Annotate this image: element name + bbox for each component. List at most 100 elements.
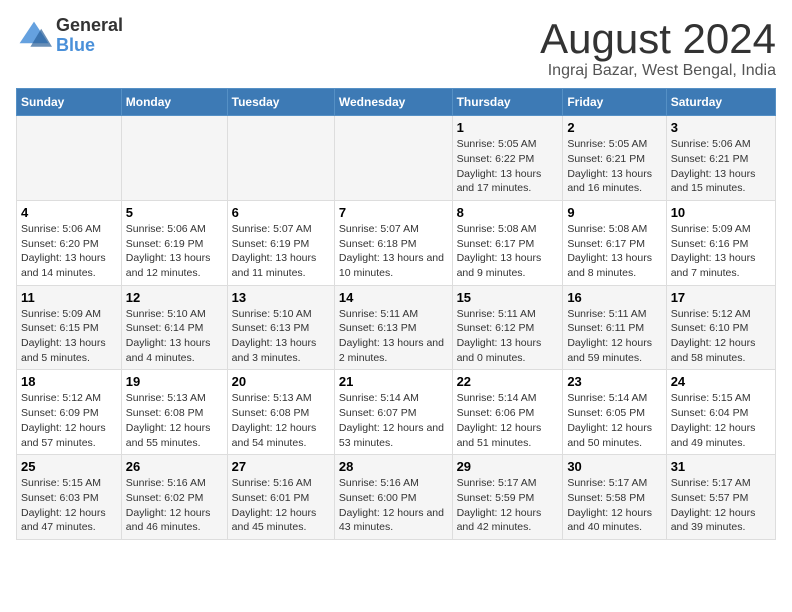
day-number: 30 — [567, 459, 661, 474]
day-number: 21 — [339, 374, 448, 389]
calendar-cell: 7 Sunrise: 5:07 AMSunset: 6:18 PMDayligh… — [334, 200, 452, 285]
day-number: 19 — [126, 374, 223, 389]
day-info: Sunrise: 5:06 AMSunset: 6:19 PMDaylight:… — [126, 223, 211, 279]
calendar-cell: 21 Sunrise: 5:14 AMSunset: 6:07 PMDaylig… — [334, 370, 452, 455]
calendar-cell: 23 Sunrise: 5:14 AMSunset: 6:05 PMDaylig… — [563, 370, 666, 455]
day-info: Sunrise: 5:06 AMSunset: 6:20 PMDaylight:… — [21, 223, 106, 279]
subtitle: Ingraj Bazar, West Bengal, India — [540, 62, 776, 80]
day-info: Sunrise: 5:06 AMSunset: 6:21 PMDaylight:… — [671, 138, 756, 194]
day-number: 6 — [232, 205, 330, 220]
day-info: Sunrise: 5:11 AMSunset: 6:13 PMDaylight:… — [339, 308, 444, 364]
calendar-cell: 29 Sunrise: 5:17 AMSunset: 5:59 PMDaylig… — [452, 455, 563, 540]
day-number: 16 — [567, 290, 661, 305]
day-info: Sunrise: 5:14 AMSunset: 6:05 PMDaylight:… — [567, 392, 652, 448]
calendar-cell: 12 Sunrise: 5:10 AMSunset: 6:14 PMDaylig… — [121, 285, 227, 370]
calendar-cell: 3 Sunrise: 5:06 AMSunset: 6:21 PMDayligh… — [666, 116, 775, 201]
calendar-cell: 30 Sunrise: 5:17 AMSunset: 5:58 PMDaylig… — [563, 455, 666, 540]
day-number: 29 — [457, 459, 559, 474]
day-info: Sunrise: 5:10 AMSunset: 6:13 PMDaylight:… — [232, 308, 317, 364]
day-number: 22 — [457, 374, 559, 389]
calendar-cell: 11 Sunrise: 5:09 AMSunset: 6:15 PMDaylig… — [17, 285, 122, 370]
day-info: Sunrise: 5:16 AMSunset: 6:00 PMDaylight:… — [339, 477, 444, 533]
day-number: 25 — [21, 459, 117, 474]
day-info: Sunrise: 5:05 AMSunset: 6:22 PMDaylight:… — [457, 138, 542, 194]
day-number: 20 — [232, 374, 330, 389]
calendar-cell: 17 Sunrise: 5:12 AMSunset: 6:10 PMDaylig… — [666, 285, 775, 370]
day-number: 24 — [671, 374, 771, 389]
day-info: Sunrise: 5:17 AMSunset: 5:58 PMDaylight:… — [567, 477, 652, 533]
day-number: 8 — [457, 205, 559, 220]
calendar-cell: 8 Sunrise: 5:08 AMSunset: 6:17 PMDayligh… — [452, 200, 563, 285]
day-info: Sunrise: 5:16 AMSunset: 6:02 PMDaylight:… — [126, 477, 211, 533]
day-number: 4 — [21, 205, 117, 220]
calendar-cell: 9 Sunrise: 5:08 AMSunset: 6:17 PMDayligh… — [563, 200, 666, 285]
day-number: 23 — [567, 374, 661, 389]
header-tuesday: Tuesday — [227, 89, 334, 116]
calendar-cell: 27 Sunrise: 5:16 AMSunset: 6:01 PMDaylig… — [227, 455, 334, 540]
week-row-3: 11 Sunrise: 5:09 AMSunset: 6:15 PMDaylig… — [17, 285, 776, 370]
header-sunday: Sunday — [17, 89, 122, 116]
calendar-cell — [334, 116, 452, 201]
calendar-cell: 16 Sunrise: 5:11 AMSunset: 6:11 PMDaylig… — [563, 285, 666, 370]
calendar-cell: 15 Sunrise: 5:11 AMSunset: 6:12 PMDaylig… — [452, 285, 563, 370]
day-info: Sunrise: 5:12 AMSunset: 6:09 PMDaylight:… — [21, 392, 106, 448]
calendar-cell: 18 Sunrise: 5:12 AMSunset: 6:09 PMDaylig… — [17, 370, 122, 455]
day-info: Sunrise: 5:13 AMSunset: 6:08 PMDaylight:… — [232, 392, 317, 448]
day-info: Sunrise: 5:16 AMSunset: 6:01 PMDaylight:… — [232, 477, 317, 533]
day-info: Sunrise: 5:07 AMSunset: 6:19 PMDaylight:… — [232, 223, 317, 279]
logo-text: General Blue — [56, 16, 123, 56]
day-number: 28 — [339, 459, 448, 474]
day-number: 14 — [339, 290, 448, 305]
calendar-cell: 24 Sunrise: 5:15 AMSunset: 6:04 PMDaylig… — [666, 370, 775, 455]
day-info: Sunrise: 5:17 AMSunset: 5:57 PMDaylight:… — [671, 477, 756, 533]
calendar-cell — [17, 116, 122, 201]
week-row-4: 18 Sunrise: 5:12 AMSunset: 6:09 PMDaylig… — [17, 370, 776, 455]
week-row-2: 4 Sunrise: 5:06 AMSunset: 6:20 PMDayligh… — [17, 200, 776, 285]
day-info: Sunrise: 5:15 AMSunset: 6:04 PMDaylight:… — [671, 392, 756, 448]
day-info: Sunrise: 5:08 AMSunset: 6:17 PMDaylight:… — [457, 223, 542, 279]
calendar-cell: 19 Sunrise: 5:13 AMSunset: 6:08 PMDaylig… — [121, 370, 227, 455]
day-number: 12 — [126, 290, 223, 305]
day-info: Sunrise: 5:12 AMSunset: 6:10 PMDaylight:… — [671, 308, 756, 364]
calendar-cell: 13 Sunrise: 5:10 AMSunset: 6:13 PMDaylig… — [227, 285, 334, 370]
calendar-cell: 26 Sunrise: 5:16 AMSunset: 6:02 PMDaylig… — [121, 455, 227, 540]
day-info: Sunrise: 5:17 AMSunset: 5:59 PMDaylight:… — [457, 477, 542, 533]
day-number: 18 — [21, 374, 117, 389]
day-number: 13 — [232, 290, 330, 305]
calendar-cell: 22 Sunrise: 5:14 AMSunset: 6:06 PMDaylig… — [452, 370, 563, 455]
day-number: 3 — [671, 120, 771, 135]
main-title: August 2024 — [540, 16, 776, 62]
title-block: August 2024 Ingraj Bazar, West Bengal, I… — [540, 16, 776, 80]
calendar-cell: 4 Sunrise: 5:06 AMSunset: 6:20 PMDayligh… — [17, 200, 122, 285]
day-info: Sunrise: 5:15 AMSunset: 6:03 PMDaylight:… — [21, 477, 106, 533]
day-info: Sunrise: 5:09 AMSunset: 6:15 PMDaylight:… — [21, 308, 106, 364]
day-info: Sunrise: 5:11 AMSunset: 6:12 PMDaylight:… — [457, 308, 542, 364]
calendar-cell: 6 Sunrise: 5:07 AMSunset: 6:19 PMDayligh… — [227, 200, 334, 285]
calendar-cell — [121, 116, 227, 201]
week-row-5: 25 Sunrise: 5:15 AMSunset: 6:03 PMDaylig… — [17, 455, 776, 540]
calendar-cell: 2 Sunrise: 5:05 AMSunset: 6:21 PMDayligh… — [563, 116, 666, 201]
day-number: 15 — [457, 290, 559, 305]
day-number: 31 — [671, 459, 771, 474]
week-row-1: 1 Sunrise: 5:05 AMSunset: 6:22 PMDayligh… — [17, 116, 776, 201]
page-header: General Blue August 2024 Ingraj Bazar, W… — [16, 16, 776, 80]
calendar-table: SundayMondayTuesdayWednesdayThursdayFrid… — [16, 88, 776, 540]
day-number: 2 — [567, 120, 661, 135]
header-monday: Monday — [121, 89, 227, 116]
day-info: Sunrise: 5:14 AMSunset: 6:06 PMDaylight:… — [457, 392, 542, 448]
calendar-cell: 1 Sunrise: 5:05 AMSunset: 6:22 PMDayligh… — [452, 116, 563, 201]
day-info: Sunrise: 5:09 AMSunset: 6:16 PMDaylight:… — [671, 223, 756, 279]
calendar-cell — [227, 116, 334, 201]
logo-general-text: General — [56, 16, 123, 36]
day-info: Sunrise: 5:11 AMSunset: 6:11 PMDaylight:… — [567, 308, 652, 364]
day-number: 27 — [232, 459, 330, 474]
day-number: 5 — [126, 205, 223, 220]
logo: General Blue — [16, 16, 123, 56]
day-info: Sunrise: 5:10 AMSunset: 6:14 PMDaylight:… — [126, 308, 211, 364]
calendar-cell: 31 Sunrise: 5:17 AMSunset: 5:57 PMDaylig… — [666, 455, 775, 540]
calendar-cell: 5 Sunrise: 5:06 AMSunset: 6:19 PMDayligh… — [121, 200, 227, 285]
day-number: 7 — [339, 205, 448, 220]
day-number: 1 — [457, 120, 559, 135]
calendar-cell: 10 Sunrise: 5:09 AMSunset: 6:16 PMDaylig… — [666, 200, 775, 285]
day-number: 10 — [671, 205, 771, 220]
